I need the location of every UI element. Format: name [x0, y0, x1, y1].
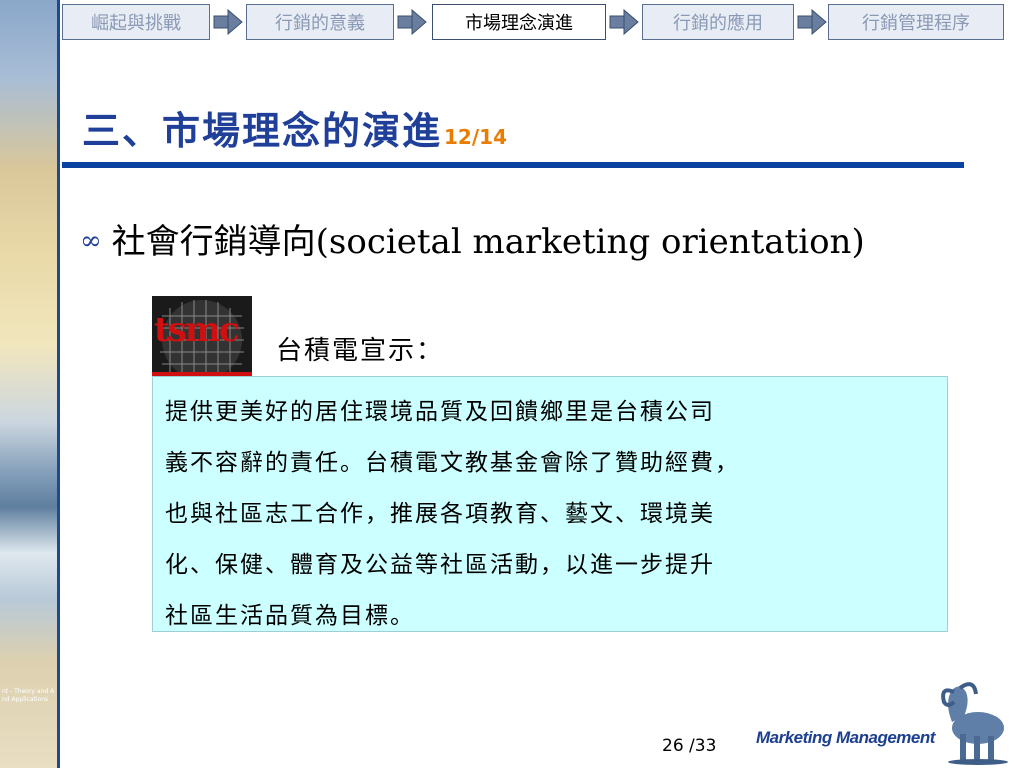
sidebar-image: nt - Theory and A nd Applications [0, 0, 60, 768]
subheading: 台積電宣示： [276, 336, 445, 366]
sidebar-edge [57, 0, 60, 768]
page-number: 26 /33 [662, 736, 717, 756]
tab-rise-and-challenge[interactable]: 崛起與挑戰 [62, 4, 210, 40]
arrow-right-icon [609, 8, 639, 36]
arrow-right-icon [397, 8, 427, 36]
arrow-right-icon [213, 8, 243, 36]
quote-box: 提供更美好的居住環境品質及回饋鄉里是台積公司 義不容辭的責任。台積電文教基金會除… [152, 376, 948, 632]
tab-marketing-meaning[interactable]: 行銷的意義 [246, 4, 394, 40]
bullet-text: 社會行銷導向(societal marketing orientation) [111, 222, 865, 262]
tab-market-concept-evolution[interactable]: 市場理念演進 [432, 4, 606, 40]
bullet-icon: ∞ [80, 226, 102, 256]
slide-title: 三、市場理念的演進 12/14 [82, 100, 507, 155]
quote-line: 化、保健、體育及公益等社區活動，以進一步提升 [165, 552, 715, 578]
slide-counter: 12/14 [444, 125, 507, 149]
logo-wordmark: tsmc [154, 310, 240, 350]
bullet-item: ∞ 社會行銷導向(societal marketing orientation) [80, 214, 865, 263]
quote-line: 社區生活品質為目標。 [165, 603, 415, 629]
slide-title-text: 三、市場理念的演進 [82, 108, 443, 153]
ram-statue-icon [941, 682, 1008, 765]
brand-wordmark: Marketing Management [756, 728, 935, 747]
tsmc-logo: tsmc [152, 296, 252, 376]
tab-marketing-application[interactable]: 行銷的應用 [642, 4, 794, 40]
quote-line: 也與社區志工合作，推展各項教育、藝文、環境美 [165, 501, 715, 527]
title-divider [62, 162, 964, 168]
arrow-right-icon [797, 8, 827, 36]
tab-marketing-management-process[interactable]: 行銷管理程序 [828, 4, 1004, 40]
quote-line: 義不容辭的責任。台積電文教基金會除了贊助經費， [165, 450, 740, 476]
quote-line: 提供更美好的居住環境品質及回饋鄉里是台積公司 [165, 399, 715, 425]
sidebar-caption: nt - Theory and A nd Applications [2, 688, 55, 703]
